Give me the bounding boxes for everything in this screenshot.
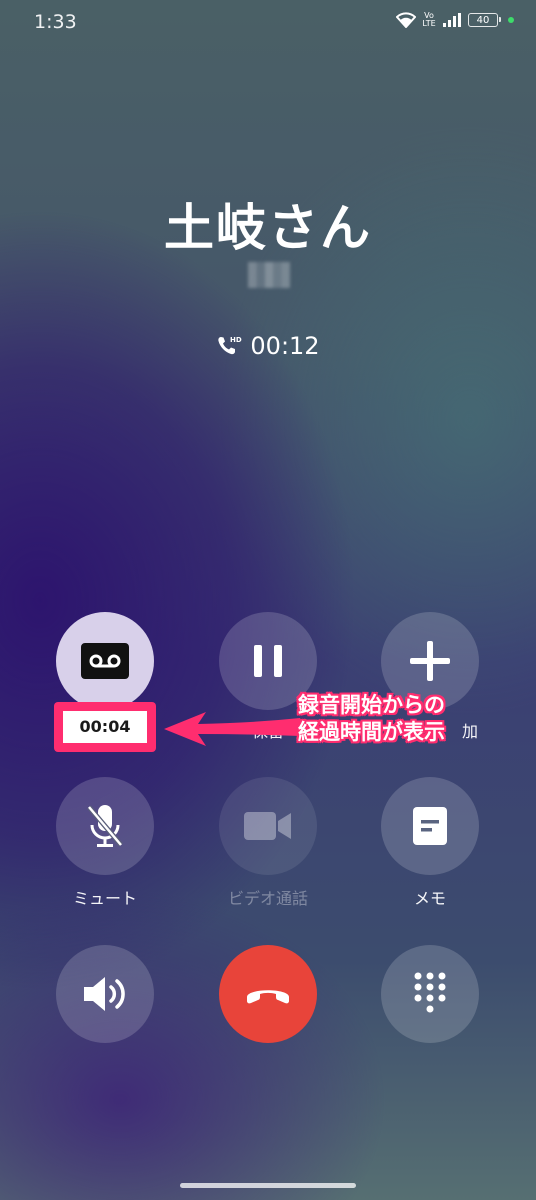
privacy-indicator-dot — [508, 17, 514, 23]
annotation-line-2: 経過時間が表示 — [298, 720, 445, 744]
annotation-text: 録音開始からの 経過時間が表示 — [298, 692, 445, 746]
video-call-button[interactable] — [219, 777, 317, 875]
battery-icon: 40 — [468, 13, 501, 27]
record-timer: 00:04 — [63, 711, 147, 743]
mute-label: ミュート — [72, 889, 137, 908]
video-camera-icon — [244, 812, 291, 840]
voicemail-record-icon — [81, 643, 129, 679]
volte-bottom: LTE — [422, 19, 436, 28]
plus-icon — [410, 641, 450, 681]
memo-button[interactable] — [381, 777, 479, 875]
speaker-button[interactable] — [56, 945, 154, 1043]
mic-off-icon — [87, 805, 123, 847]
record-timer-highlight: 00:04 — [54, 702, 156, 752]
annotation-arrow-icon — [164, 712, 300, 746]
caller-number-redacted — [248, 262, 290, 288]
end-call-button[interactable] — [219, 945, 317, 1043]
mute-button[interactable] — [56, 777, 154, 875]
volte-icon: Vo LTE — [422, 12, 436, 28]
call-timer: 00:12 — [250, 332, 320, 360]
caller-name: 土岐さん — [164, 199, 372, 257]
signal-icon — [443, 13, 461, 27]
hd-badge: HD — [230, 336, 242, 344]
hd-call-icon: HD — [218, 336, 242, 355]
memo-icon — [413, 807, 447, 845]
keypad-button[interactable] — [381, 945, 479, 1043]
pause-icon — [254, 645, 282, 677]
record-button[interactable] — [56, 612, 154, 710]
speaker-icon — [84, 977, 125, 1011]
call-timer-row: HD 00:12 — [0, 332, 536, 360]
annotation-line-1: 録音開始からの — [298, 693, 445, 717]
memo-label: メモ — [413, 889, 446, 908]
hang-up-icon — [247, 990, 289, 1004]
home-indicator[interactable] — [180, 1183, 356, 1188]
video-call-label: ビデオ通話 — [227, 889, 308, 908]
status-bar: 1:33 Vo LTE 40 — [0, 0, 536, 46]
wifi-icon — [396, 12, 416, 28]
dialpad-icon — [414, 972, 446, 1013]
status-icons: Vo LTE 40 — [396, 12, 514, 28]
status-time: 1:33 — [34, 11, 77, 33]
